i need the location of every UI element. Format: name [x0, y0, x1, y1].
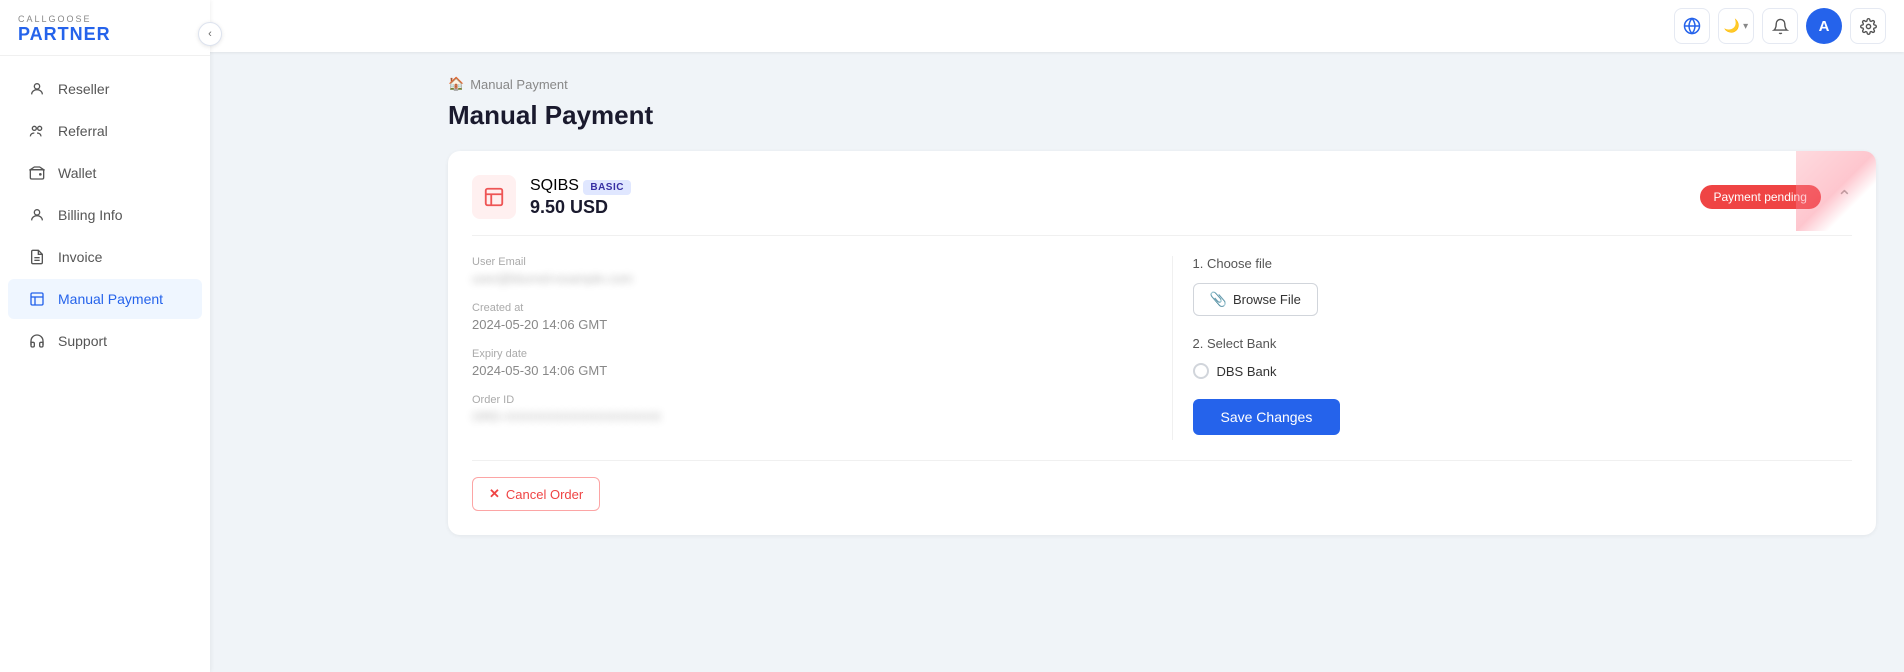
service-badge: BASIC — [583, 180, 631, 195]
browse-file-label: Browse File — [1233, 292, 1301, 307]
notification-button[interactable] — [1762, 8, 1798, 44]
cancel-order-button[interactable]: ✕ Cancel Order — [472, 477, 600, 511]
cancel-order-label: Cancel Order — [506, 487, 583, 502]
card-header-right: Payment pending ⌃ — [1700, 185, 1853, 209]
card-header: SQIBS BASIC 9.50 USD Payment pending ⌃ — [472, 175, 1852, 236]
created-at-field: Created at 2024-05-20 14:06 GMT — [472, 302, 1132, 332]
cancel-x-icon: ✕ — [489, 486, 500, 502]
settings-button[interactable] — [1850, 8, 1886, 44]
service-icon — [472, 175, 516, 219]
billing-icon — [28, 206, 46, 224]
service-details: SQIBS BASIC 9.50 USD — [530, 177, 631, 218]
bank-radio-dbs[interactable] — [1193, 363, 1209, 379]
breadcrumb: 🏠 Manual Payment — [448, 76, 1876, 92]
topbar-actions: 🌙 ▾ A — [1674, 8, 1886, 44]
service-name-row: SQIBS BASIC — [530, 177, 631, 195]
sidebar-label-manual-payment: Manual Payment — [58, 291, 163, 307]
card-body: User Email user@blurred-example.com Crea… — [472, 256, 1852, 440]
sidebar-item-referral[interactable]: Referral — [8, 111, 202, 151]
page-title: Manual Payment — [448, 100, 1876, 131]
sidebar-collapse-button[interactable]: ‹ — [198, 22, 222, 46]
language-button[interactable] — [1674, 8, 1710, 44]
user-email-field: User Email user@blurred-example.com — [472, 256, 1132, 286]
breadcrumb-icon: 🏠 — [448, 76, 464, 92]
wallet-icon — [28, 164, 46, 182]
brand-large: PARTNER — [18, 24, 192, 45]
created-at-value: 2024-05-20 14:06 GMT — [472, 317, 1132, 332]
avatar-button[interactable]: A — [1806, 8, 1842, 44]
left-column: User Email user@blurred-example.com Crea… — [472, 256, 1132, 440]
expiry-date-label: Expiry date — [472, 348, 1132, 360]
sidebar-item-billing-info[interactable]: Billing Info — [8, 195, 202, 235]
choose-file-label: 1. Choose file — [1193, 256, 1853, 271]
right-column: 1. Choose file 📎 Browse File 2. Select B… — [1172, 256, 1853, 440]
reseller-icon — [28, 80, 46, 98]
expiry-date-value: 2024-05-30 14:06 GMT — [472, 363, 1132, 378]
service-amount: 9.50 USD — [530, 197, 631, 218]
referral-icon — [28, 122, 46, 140]
brand-small: CALLGOOSE — [18, 14, 192, 24]
sidebar-nav: Reseller Referral Wallet Billing Info In… — [0, 56, 210, 672]
expiry-date-field: Expiry date 2024-05-30 14:06 GMT — [472, 348, 1132, 378]
select-bank-label: 2. Select Bank — [1193, 336, 1853, 351]
sidebar-item-reseller[interactable]: Reseller — [8, 69, 202, 109]
theme-button[interactable]: 🌙 ▾ — [1718, 8, 1754, 44]
order-id-label: Order ID — [472, 394, 1132, 406]
save-changes-button[interactable]: Save Changes — [1193, 399, 1341, 435]
sidebar-label-billing: Billing Info — [58, 207, 123, 223]
support-icon — [28, 332, 46, 350]
sidebar-item-support[interactable]: Support — [8, 321, 202, 361]
sidebar-item-manual-payment[interactable]: Manual Payment — [8, 279, 202, 319]
created-at-label: Created at — [472, 302, 1132, 314]
sidebar-label-invoice: Invoice — [58, 249, 102, 265]
main-content: 🏠 Manual Payment Manual Payment SQIBS BA… — [420, 52, 1904, 672]
order-id-field: Order ID ORD-XXXXXXXXXXXXXXXXXX — [472, 394, 1132, 424]
sidebar-item-invoice[interactable]: Invoice — [8, 237, 202, 277]
status-badge: Payment pending — [1700, 185, 1821, 209]
user-email-value: user@blurred-example.com — [472, 271, 1132, 286]
topbar: 🌙 ▾ A — [0, 0, 1904, 52]
user-email-label: User Email — [472, 256, 1132, 268]
order-id-value: ORD-XXXXXXXXXXXXXXXXXX — [472, 409, 1132, 424]
sidebar-label-wallet: Wallet — [58, 165, 96, 181]
manual-payment-icon — [28, 290, 46, 308]
card-footer: ✕ Cancel Order — [472, 460, 1852, 511]
payment-card: SQIBS BASIC 9.50 USD Payment pending ⌃ U… — [448, 151, 1876, 535]
service-info: SQIBS BASIC 9.50 USD — [472, 175, 631, 219]
bank-name-dbs: DBS Bank — [1217, 364, 1277, 379]
invoice-icon — [28, 248, 46, 266]
collapse-button[interactable]: ⌃ — [1837, 187, 1852, 208]
sidebar-item-wallet[interactable]: Wallet — [8, 153, 202, 193]
bank-option-dbs[interactable]: DBS Bank — [1193, 363, 1853, 379]
sidebar-label-referral: Referral — [58, 123, 108, 139]
app-logo: CALLGOOSE PARTNER — [0, 0, 210, 56]
sidebar: CALLGOOSE PARTNER Reseller Referral Wall… — [0, 0, 210, 672]
breadcrumb-label: Manual Payment — [470, 77, 568, 92]
browse-file-button[interactable]: 📎 Browse File — [1193, 283, 1318, 316]
sidebar-label-support: Support — [58, 333, 107, 349]
status-badge-text: Payment pending — [1714, 190, 1807, 204]
paperclip-icon: 📎 — [1210, 291, 1227, 308]
sidebar-label-reseller: Reseller — [58, 81, 109, 97]
service-name-text: SQIBS — [530, 177, 579, 194]
